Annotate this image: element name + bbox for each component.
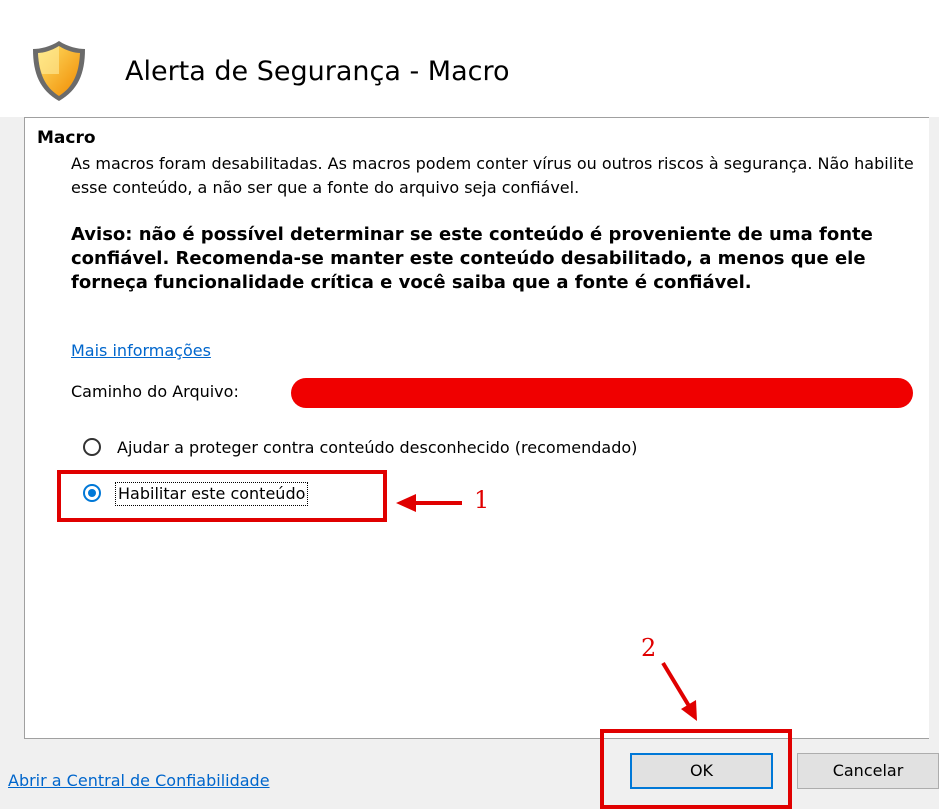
annotation-arrow-1 xyxy=(396,494,462,512)
annotation-arrow-2 xyxy=(661,661,697,721)
annotation-step-2: 2 xyxy=(641,634,657,662)
annotation-step-1: 1 xyxy=(474,486,490,514)
trust-center-link[interactable]: Abrir a Central de Confiabilidade xyxy=(8,770,270,792)
annotation-arrows xyxy=(396,494,697,721)
cancel-button[interactable]: Cancelar xyxy=(797,753,939,789)
ok-button[interactable]: OK xyxy=(630,753,773,789)
